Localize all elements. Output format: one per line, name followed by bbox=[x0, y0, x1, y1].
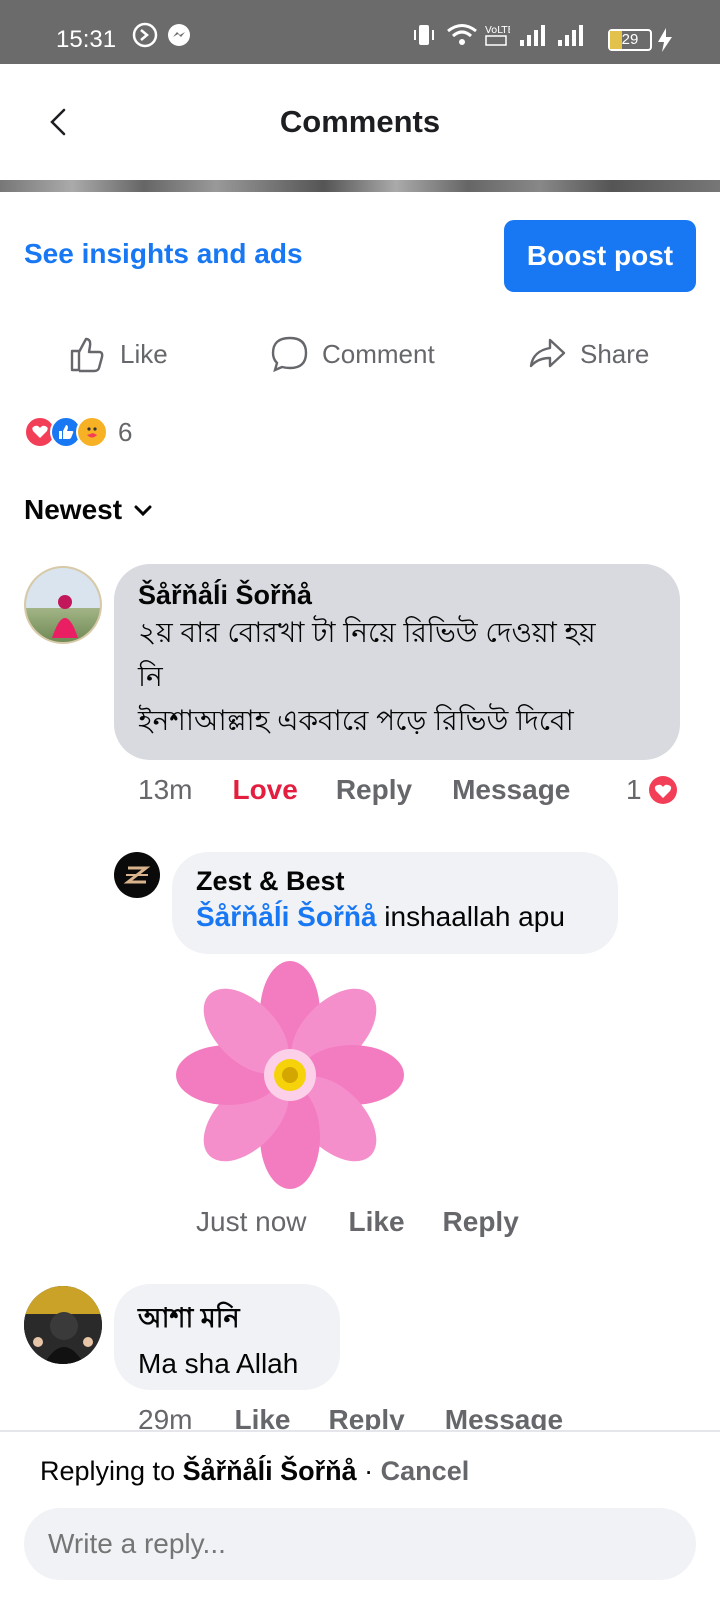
comment-text-line-1: ২য় বার বোরখা টা নিয়ে রিভিউ দেওয়া হয় bbox=[138, 617, 596, 648]
comment-button[interactable]: Comment bbox=[270, 330, 435, 378]
share-label: Share bbox=[580, 338, 650, 369]
signal-icon-sim1 bbox=[520, 25, 545, 46]
comment-text-line-2: নি bbox=[138, 661, 163, 692]
love-reaction-link[interactable]: Love bbox=[232, 774, 297, 806]
like-button[interactable]: Like bbox=[68, 330, 168, 378]
comment-label: Comment bbox=[322, 338, 435, 369]
comment-text-line-3: ইনশাআল্লাহ একবারে পড়ে রিভিউ দিবো bbox=[138, 705, 574, 736]
share-button[interactable]: Share bbox=[528, 330, 649, 378]
like-link[interactable]: Like bbox=[349, 1206, 405, 1238]
comments-header: Comments bbox=[0, 64, 720, 180]
comment-time: 13m bbox=[138, 774, 193, 805]
status-bar: 15:31 VoLTE 29 bbox=[0, 0, 720, 64]
message-link[interactable]: Message bbox=[452, 774, 570, 806]
chevron-down-icon bbox=[134, 505, 152, 517]
post-image-preview bbox=[0, 180, 720, 192]
svg-text:VoLTE: VoLTE bbox=[485, 25, 510, 36]
replying-prefix: Replying to bbox=[40, 1456, 183, 1486]
reply-bubble[interactable]: Zest & Best Šåřňåĺi Šořňå inshaallah apu bbox=[172, 852, 618, 954]
volte-icon: VoLTE bbox=[485, 25, 510, 46]
thumbs-up-icon bbox=[70, 337, 104, 373]
reaction-count: 6 bbox=[118, 416, 133, 447]
reply-link[interactable]: Reply bbox=[443, 1206, 519, 1238]
sort-label: Newest bbox=[24, 494, 123, 525]
see-insights-link[interactable]: See insights and ads bbox=[24, 238, 303, 270]
boost-post-button[interactable]: Boost post bbox=[504, 220, 696, 292]
battery-level: 29 bbox=[621, 31, 639, 48]
replying-target: Šåřňåĺi Šořňå bbox=[182, 1456, 357, 1486]
comment-author[interactable]: আশা মনি bbox=[138, 1298, 316, 1343]
reply-link[interactable]: Reply bbox=[336, 774, 412, 806]
comment-reaction-count[interactable]: 1 bbox=[626, 772, 678, 808]
comment-meta: 13m Love Reply Message bbox=[138, 772, 570, 808]
mention-tag[interactable]: Šåřňåĺi Šořňå bbox=[196, 901, 377, 932]
comment-bubble[interactable]: আশা মনি Ma sha Allah bbox=[114, 1284, 340, 1390]
avatar[interactable] bbox=[24, 1286, 102, 1364]
status-time: 15:31 bbox=[56, 26, 117, 53]
profile-photo bbox=[24, 1286, 102, 1364]
love-reaction-icon bbox=[648, 776, 677, 804]
comment-bubble-icon bbox=[271, 336, 308, 373]
page-title: Comments bbox=[279, 104, 441, 139]
vibrate-icon bbox=[414, 25, 434, 45]
signal-icon-sim2 bbox=[558, 25, 583, 46]
brand-logo bbox=[123, 866, 151, 884]
reply-input[interactable] bbox=[24, 1508, 696, 1580]
avatar[interactable] bbox=[24, 566, 102, 644]
comment-author[interactable]: Šåřňåĺi Šořňå bbox=[138, 580, 656, 611]
battery-indicator: 29 bbox=[608, 29, 652, 51]
comment-reaction-number: 1 bbox=[626, 774, 642, 805]
like-label: Like bbox=[120, 338, 168, 369]
share-arrow-icon bbox=[529, 338, 566, 368]
charging-icon bbox=[658, 28, 672, 52]
reactions-summary[interactable]: 6 bbox=[24, 414, 132, 450]
reply-text: Šåřňåĺi Šořňå inshaallah apu bbox=[196, 897, 594, 937]
reply-author[interactable]: Zest & Best bbox=[196, 866, 594, 897]
avatar[interactable] bbox=[114, 852, 160, 898]
messenger-icon bbox=[168, 24, 190, 46]
reply-meta: Just now Like Reply bbox=[196, 1204, 519, 1240]
care-reaction-icon bbox=[76, 416, 108, 448]
reply-time: Just now bbox=[196, 1206, 307, 1237]
flower-sticker[interactable] bbox=[172, 960, 408, 1190]
profile-photo bbox=[26, 568, 100, 638]
app-notification-icon bbox=[132, 22, 158, 48]
replying-separator: · bbox=[356, 1456, 381, 1486]
comment-text: Ma sha Allah bbox=[138, 1348, 299, 1379]
reply-body: inshaallah apu bbox=[384, 901, 565, 932]
wifi-icon bbox=[447, 24, 477, 45]
cancel-reply-button[interactable]: Cancel bbox=[381, 1456, 470, 1486]
reply-composer: Replying to Šåřňåĺi Šořňå · Cancel bbox=[0, 1430, 720, 1604]
sort-dropdown[interactable]: Newest bbox=[24, 494, 154, 526]
replying-to-label: Replying to Šåřňåĺi Šořňå · Cancel bbox=[40, 1456, 469, 1487]
post-actions: Like Comment Share bbox=[0, 330, 720, 378]
comment-bubble[interactable]: Šåřňåĺi Šořňå ২য় বার বোরখা টা নিয়ে রিভ… bbox=[114, 564, 680, 760]
